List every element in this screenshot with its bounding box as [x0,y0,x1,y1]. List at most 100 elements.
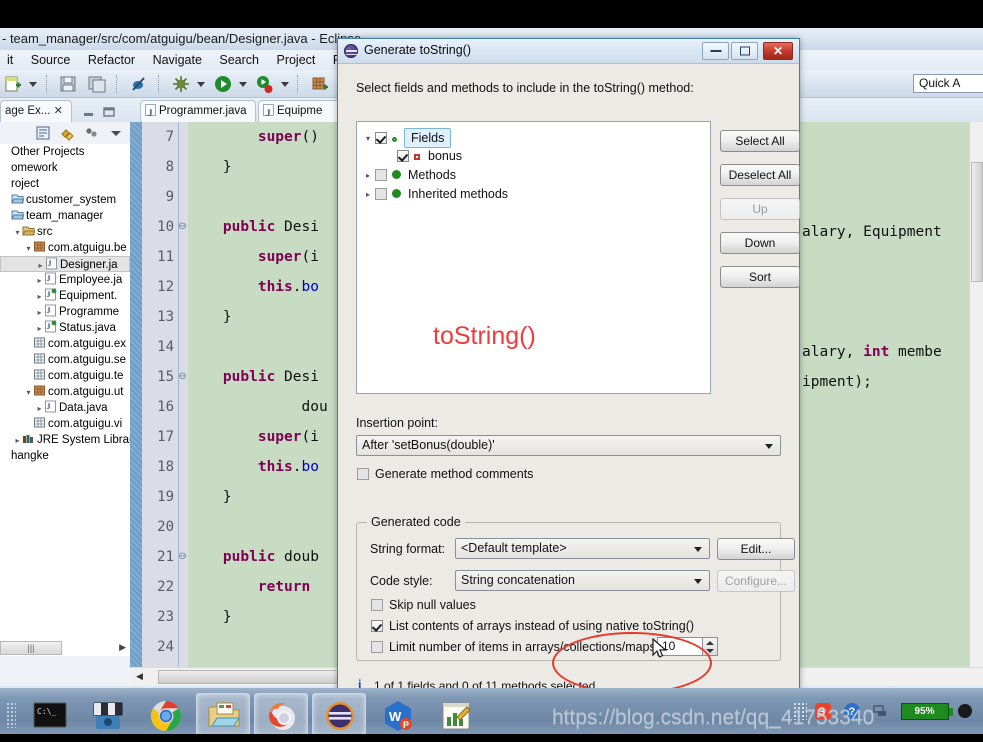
save-icon[interactable] [58,74,78,94]
dialog-tree-item[interactable]: ▸ Methods [357,166,710,184]
hscroll-left-arrow[interactable]: ◀ [136,671,143,682]
tree-item[interactable]: ▸ J Programme [0,304,130,320]
edit-template-button[interactable]: Edit... [717,538,795,560]
taskbar-item-firefox[interactable] [254,693,308,737]
menu-item-edit[interactable]: it [0,50,20,70]
editor-tab[interactable]: Programmer.java [140,100,256,122]
limit-number-checkbox[interactable] [371,641,383,653]
hscroll-right-arrow[interactable]: ▶ [119,642,126,653]
tree-item[interactable]: team_manager [0,208,130,224]
select-all-button[interactable]: Select All [720,130,800,152]
tree-expand-icon[interactable]: ▸ [35,321,44,336]
collapse-all-icon[interactable] [35,125,51,141]
up-button[interactable]: Up [720,198,800,220]
skip-null-values-checkbox[interactable] [371,599,383,611]
new-java-project-icon[interactable] [310,74,330,94]
skip-null-values-row[interactable]: Skip null values [371,598,476,612]
tree-item[interactable]: Other Projects [0,144,130,160]
vscroll-thumb[interactable] [971,162,983,282]
taskbar-item-file-explorer[interactable] [196,693,250,737]
chevron-down-icon[interactable] [108,125,124,141]
tree-collapse-icon[interactable]: ▾ [13,225,22,240]
tree-item[interactable]: ▸ J Equipment. [0,288,130,304]
limit-number-spinner-buttons[interactable] [703,637,718,656]
menu-item-refactor[interactable]: Refactor [81,50,142,70]
tree-expand-icon[interactable]: ▸ [35,273,44,288]
menu-item-project[interactable]: Project [269,50,322,70]
close-icon[interactable]: ✕ [54,105,63,117]
tree-item-checkbox[interactable] [375,132,387,144]
spinner-up-icon[interactable] [706,641,714,645]
run-dropdown-icon[interactable] [238,74,247,94]
run-icon[interactable] [213,74,233,94]
quick-access-box[interactable]: Quick A [913,74,983,93]
taskbar-item-eclipse[interactable] [312,693,366,737]
tab-package-explorer[interactable]: age Ex... ✕ [0,100,72,122]
tree-expand-icon[interactable]: ▸ [35,305,44,320]
taskbar-item-google-chrome[interactable] [138,693,192,737]
run-external-tools-icon[interactable] [254,74,274,94]
code-style-combo[interactable]: String concatenation [455,570,710,591]
tree-item[interactable]: roject [0,176,130,192]
tree-expand-icon[interactable]: ▸ [361,167,375,185]
taskbar-item-notepad-editor[interactable] [428,693,482,737]
maximize-button[interactable] [731,42,758,60]
sort-button[interactable]: Sort [720,266,800,288]
dialog-title-bar[interactable]: Generate toString() ✕ [338,39,799,64]
tree-expand-icon[interactable]: ▸ [35,401,44,416]
tree-item[interactable]: com.atguigu.te [0,368,130,384]
editor-tab[interactable]: Equipme [258,100,348,122]
generate-method-comments-row[interactable]: Generate method comments [357,467,533,481]
tree-item-checkbox[interactable] [375,169,387,181]
fields-methods-tree[interactable]: ▾ Fields bonus ▸ Methods ▸ Inherited methods [356,121,711,394]
tree-expand-icon[interactable]: ▸ [35,289,44,304]
tree-item[interactable]: hangke [0,448,130,464]
dialog-tree-item[interactable]: ▸ Inherited methods [357,185,710,203]
menu-item-search[interactable]: Search [212,50,266,70]
battery-indicator[interactable]: 95% [900,702,953,720]
string-format-combo[interactable]: <Default template> [455,538,710,559]
debug-dropdown-icon[interactable] [196,74,206,94]
editor-vscrollbar[interactable] [969,122,983,667]
tree-item[interactable]: com.atguigu.vi [0,416,130,432]
spinner-down-icon[interactable] [706,649,714,653]
down-button[interactable]: Down [720,232,800,254]
new-wizard-dropdown-icon[interactable] [28,74,38,94]
list-contents-row[interactable]: List contents of arrays instead of using… [371,619,694,633]
tree-item[interactable]: ▸ J Employee.ja [0,272,130,288]
taskbar-item-screen-recorder[interactable] [80,693,134,737]
tree-collapse-icon[interactable]: ▾ [361,130,375,148]
dialog-tree-item[interactable]: bonus [357,147,710,165]
tree-item[interactable]: ▸ J Designer.ja [0,256,130,272]
toggle-breakpoint-icon[interactable] [129,74,149,94]
tree-expand-icon[interactable]: ▸ [36,258,45,271]
tree-item[interactable]: omework [0,160,130,176]
tree-item-checkbox[interactable] [375,188,387,200]
limit-number-row[interactable]: Limit number of items in arrays/collecti… [371,640,670,654]
tree-item[interactable]: ▾ src [0,224,130,240]
tree-item-checkbox[interactable] [397,150,409,162]
tree-collapse-icon[interactable]: ▾ [24,241,33,256]
minimize-view-icon[interactable] [82,105,98,121]
tree-collapse-icon[interactable]: ▾ [24,385,33,400]
link-with-editor-icon[interactable] [59,125,75,141]
insertion-point-combo[interactable]: After 'setBonus(double)' [356,435,781,456]
menu-item-source[interactable]: Source [24,50,78,70]
minimize-button[interactable] [702,42,729,60]
volume-tray-icon[interactable] [956,702,974,720]
run-external-dropdown-icon[interactable] [280,74,289,94]
view-menu-icon[interactable] [84,125,100,141]
tree-expand-icon[interactable]: ▸ [13,433,22,448]
deselect-all-button[interactable]: Deselect All [720,164,800,186]
tree-expand-icon[interactable]: ▸ [361,186,375,204]
hscroll-thumb[interactable]: ||| [0,641,62,655]
tree-item[interactable]: ▾ com.atguigu.be [0,240,130,256]
save-all-icon[interactable] [87,74,107,94]
list-contents-checkbox[interactable] [371,620,383,632]
generate-method-comments-checkbox[interactable] [357,468,369,480]
tree-item[interactable]: ▸ J Data.java [0,400,130,416]
package-explorer-hscrollbar[interactable]: ||| ▶ [0,640,130,656]
taskbar-item-wps-writer[interactable]: WP [370,693,424,737]
taskbar-item-command-prompt[interactable]: C:\_ [22,693,76,737]
debug-icon[interactable] [171,74,191,94]
